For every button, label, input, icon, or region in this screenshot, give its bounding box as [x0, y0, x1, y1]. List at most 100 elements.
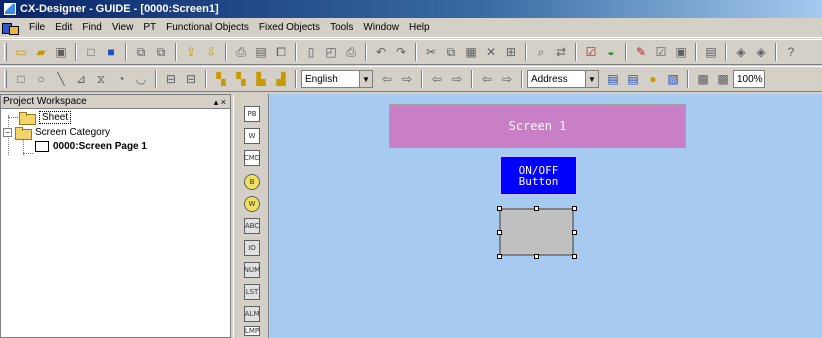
word-button-icon[interactable]: W: [244, 128, 260, 144]
simulation-stop-icon[interactable]: ◈: [753, 44, 769, 60]
resize-handle-nw[interactable]: [497, 206, 502, 211]
chevron-down-icon[interactable]: ▼: [585, 70, 599, 88]
preview-icon[interactable]: ◰: [323, 44, 339, 60]
polygon-icon[interactable]: ⧖: [93, 71, 109, 87]
menu-fixed-objects[interactable]: Fixed Objects: [254, 22, 325, 33]
menu-edit[interactable]: Edit: [50, 22, 77, 33]
bring-front-icon[interactable]: ▙: [253, 71, 269, 87]
paste-icon[interactable]: ▦: [463, 44, 479, 60]
zoom-select[interactable]: 100%: [733, 70, 765, 88]
page-icon[interactable]: ▯: [303, 44, 319, 60]
word-lamp-icon[interactable]: W: [244, 196, 260, 212]
new-project-icon[interactable]: ▭: [13, 44, 29, 60]
delete-icon[interactable]: ✕: [483, 44, 499, 60]
menu-functional-objects[interactable]: Functional Objects: [161, 22, 254, 33]
sector-icon[interactable]: ◔: [113, 71, 129, 87]
ungroup-icon[interactable]: ▚: [233, 71, 249, 87]
label-next-icon[interactable]: ⇨: [399, 71, 415, 87]
arc-icon[interactable]: ◡: [133, 71, 149, 87]
bit-lamp-icon[interactable]: B: [244, 174, 260, 190]
tree-item-sheet[interactable]: Sheet: [19, 111, 72, 125]
toolbar-grip[interactable]: [4, 43, 7, 61]
menu-help[interactable]: Help: [404, 22, 435, 33]
lamp-object-icon[interactable]: LMP: [244, 326, 260, 336]
menu-window[interactable]: Window: [358, 22, 404, 33]
tree-item-screen-category[interactable]: − Screen Category: [3, 126, 110, 140]
selected-object[interactable]: [499, 208, 574, 256]
find-icon[interactable]: ⌕: [533, 44, 549, 60]
property-list-icon[interactable]: ▤: [703, 44, 719, 60]
toolbar-grip[interactable]: [4, 70, 7, 88]
onoff-button-object[interactable]: ON/OFF Button: [499, 155, 578, 196]
screen-title-object[interactable]: Screen 1: [389, 104, 686, 148]
numeric-display-icon[interactable]: NUM: [244, 262, 260, 278]
tool-icon[interactable]: ✎: [633, 44, 649, 60]
grid-icon-2[interactable]: ▩: [715, 71, 731, 87]
help-icon[interactable]: ?: [783, 44, 799, 60]
replace-icon[interactable]: ⇄: [553, 44, 569, 60]
cut-icon[interactable]: ✂: [423, 44, 439, 60]
language-select[interactable]: English: [301, 70, 359, 88]
menu-view[interactable]: View: [107, 22, 139, 33]
library-icon[interactable]: ▣: [673, 44, 689, 60]
grid-icon[interactable]: ▩: [695, 71, 711, 87]
rectangle-icon[interactable]: □: [13, 71, 29, 87]
highlight-icon[interactable]: ▧: [665, 71, 681, 87]
align-icon-2[interactable]: ⊟: [183, 71, 199, 87]
push-button-icon[interactable]: PB: [244, 106, 260, 122]
printer-icon[interactable]: ⎙: [343, 44, 359, 60]
chevron-down-icon[interactable]: ▼: [359, 70, 373, 88]
id-display-icon[interactable]: ▤: [625, 71, 641, 87]
tree-item-screen-page[interactable]: 0000:Screen Page 1: [35, 140, 147, 153]
copy-icon[interactable]: ⧉: [443, 44, 459, 60]
workspace-controls[interactable]: ▴ ×: [214, 95, 230, 108]
check-icon[interactable]: ☑: [583, 44, 599, 60]
menu-tools[interactable]: Tools: [325, 22, 358, 33]
print-preview-icon[interactable]: ▤: [253, 44, 269, 60]
print-icon[interactable]: ⎙: [233, 44, 249, 60]
io-display-icon[interactable]: IO: [244, 240, 260, 256]
group-icon[interactable]: ▚: [213, 71, 229, 87]
align-icon[interactable]: ⊟: [163, 71, 179, 87]
page-prev-icon[interactable]: ⇦: [429, 71, 445, 87]
collapse-icon[interactable]: −: [3, 128, 12, 137]
alarm-icon[interactable]: ALM: [244, 306, 260, 322]
resize-handle-e[interactable]: [572, 230, 577, 235]
menu-find[interactable]: Find: [77, 22, 106, 33]
transfer-icon[interactable]: ⧉: [133, 44, 149, 60]
resize-handle-se[interactable]: [572, 254, 577, 259]
line-icon[interactable]: ╲: [53, 71, 69, 87]
text-display-icon[interactable]: ABC: [244, 218, 260, 234]
save-icon[interactable]: ■: [103, 44, 119, 60]
open-icon[interactable]: ▰: [33, 44, 49, 60]
transfer-icon-2[interactable]: ⧉: [153, 44, 169, 60]
frame-prev-icon[interactable]: ⇦: [479, 71, 495, 87]
resize-handle-sw[interactable]: [497, 254, 502, 259]
resize-handle-ne[interactable]: [572, 206, 577, 211]
address-select[interactable]: Address: [527, 70, 585, 88]
simulation-icon[interactable]: ◈: [733, 44, 749, 60]
send-back-icon[interactable]: ▟: [273, 71, 289, 87]
label-prev-icon[interactable]: ⇦: [379, 71, 395, 87]
save-project-icon[interactable]: ▣: [53, 44, 69, 60]
command-button-icon[interactable]: CMD: [244, 150, 260, 166]
new-screen-icon[interactable]: □: [83, 44, 99, 60]
frame-next-icon[interactable]: ⇨: [499, 71, 515, 87]
undo-icon[interactable]: ↶: [373, 44, 389, 60]
circle-icon[interactable]: ○: [33, 71, 49, 87]
page-next-icon[interactable]: ⇨: [449, 71, 465, 87]
paste-special-icon[interactable]: ⊞: [503, 44, 519, 60]
resize-handle-s[interactable]: [534, 254, 539, 259]
list-selection-icon[interactable]: LST: [244, 284, 260, 300]
document-menu-icon[interactable]: [2, 22, 20, 35]
copy-screen-icon[interactable]: ⧠: [273, 44, 289, 60]
test-icon[interactable]: ◒: [603, 44, 619, 60]
menu-file[interactable]: File: [24, 22, 50, 33]
csv-import-icon[interactable]: ⇪: [183, 44, 199, 60]
csv-export-icon[interactable]: ⇩: [203, 44, 219, 60]
menu-pt[interactable]: PT: [138, 22, 161, 33]
polyline-icon[interactable]: ⊿: [73, 71, 89, 87]
validate-icon[interactable]: ☑: [653, 44, 669, 60]
resize-handle-n[interactable]: [534, 206, 539, 211]
resize-handle-w[interactable]: [497, 230, 502, 235]
